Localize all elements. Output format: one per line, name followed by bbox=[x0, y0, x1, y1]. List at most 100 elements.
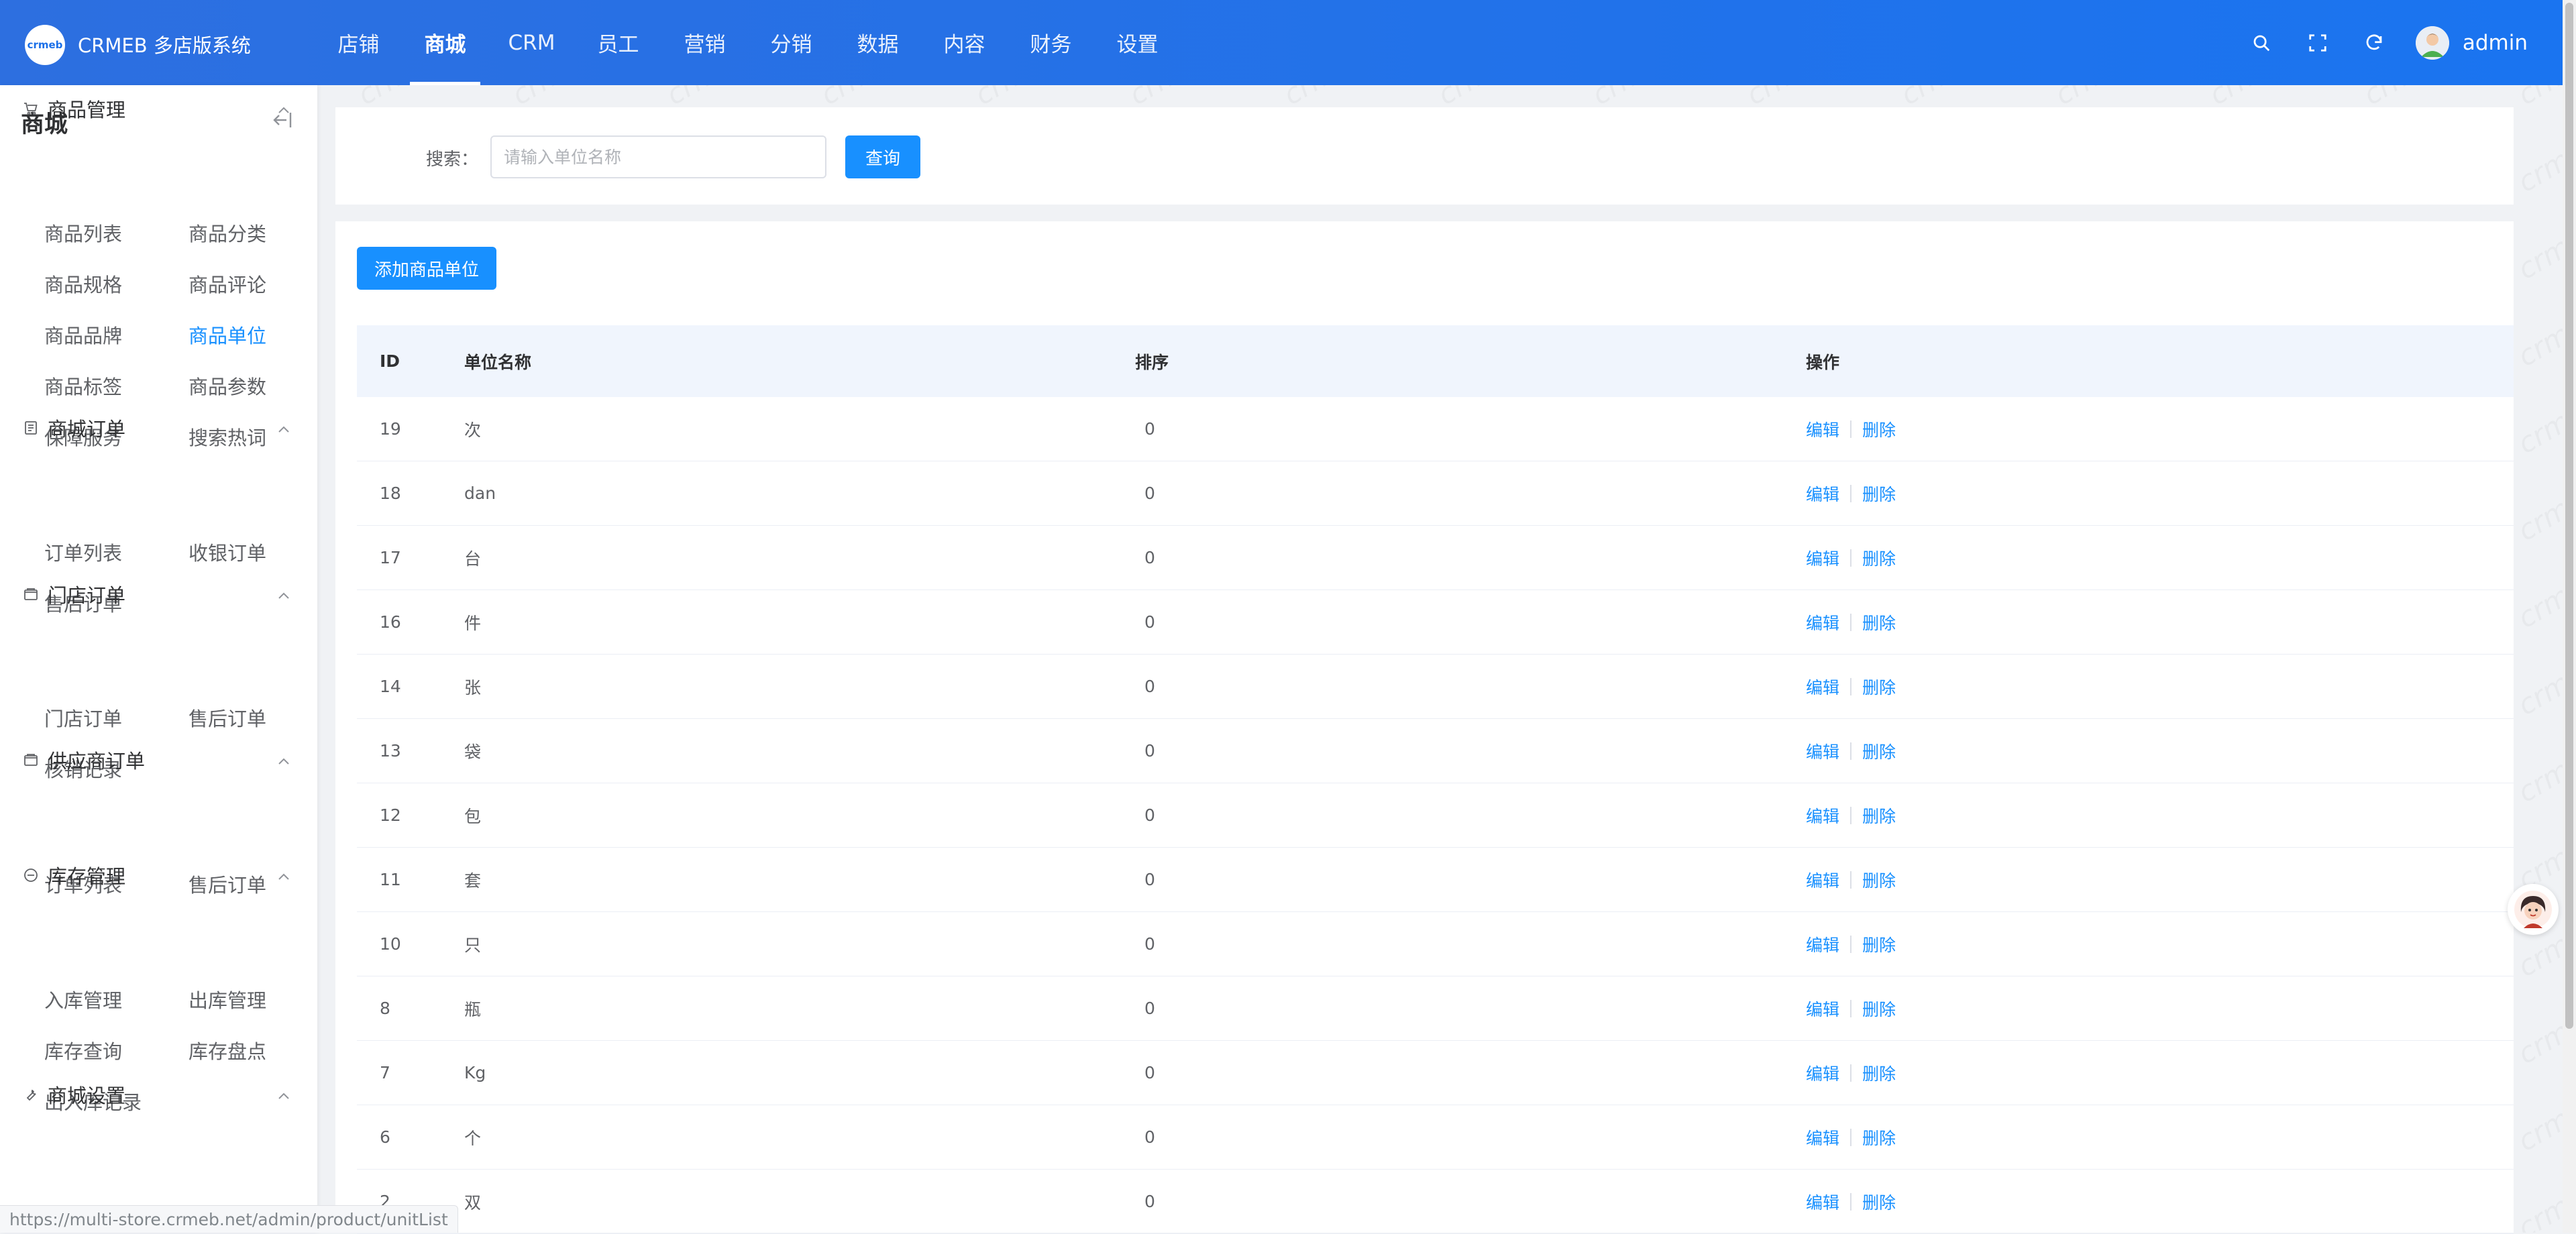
sidebar-item[interactable]: 搜索热词 bbox=[189, 423, 266, 451]
edit-link[interactable]: 编辑 bbox=[1806, 868, 1839, 892]
topnav-item[interactable]: 商城 bbox=[402, 0, 488, 85]
topnav-item[interactable]: 设置 bbox=[1094, 0, 1181, 85]
sidebar-group[interactable]: 商城订单 bbox=[22, 414, 125, 441]
table-row: 2 双 0 编辑 删除 bbox=[357, 1170, 2514, 1234]
edit-link[interactable]: 编辑 bbox=[1806, 546, 1839, 570]
table-row: 11 套 0 编辑 删除 bbox=[357, 848, 2514, 912]
sidebar-group[interactable]: 商品管理 bbox=[22, 95, 125, 122]
delete-link[interactable]: 删除 bbox=[1862, 1190, 1896, 1214]
username[interactable]: admin bbox=[2463, 31, 2528, 55]
sidebar-item[interactable]: 商品品牌 bbox=[44, 321, 122, 349]
sidebar-item[interactable]: 收银订单 bbox=[189, 538, 266, 566]
cell-id: 19 bbox=[380, 419, 401, 439]
edit-link[interactable]: 编辑 bbox=[1806, 610, 1839, 634]
edit-link[interactable]: 编辑 bbox=[1806, 1125, 1839, 1149]
cell-actions: 编辑 删除 bbox=[1806, 1105, 2514, 1169]
sidebar-item[interactable]: 商品单位 bbox=[189, 321, 266, 349]
edit-link[interactable]: 编辑 bbox=[1806, 739, 1839, 763]
action-divider bbox=[1850, 742, 1852, 760]
cell-actions: 编辑 删除 bbox=[1806, 783, 2514, 847]
sidebar-item[interactable]: 入库管理 bbox=[44, 985, 122, 1013]
edit-link[interactable]: 编辑 bbox=[1806, 1190, 1839, 1214]
sidebar-item[interactable]: 商品列表 bbox=[44, 219, 122, 247]
chevron-up-icon[interactable] bbox=[276, 871, 291, 881]
action-divider bbox=[1850, 677, 1852, 695]
topnav-item[interactable]: 分销 bbox=[748, 0, 835, 85]
action-divider bbox=[1850, 999, 1852, 1017]
topnav-item[interactable]: 营销 bbox=[661, 0, 748, 85]
delete-link[interactable]: 删除 bbox=[1862, 482, 1896, 506]
top-header: crmeb CRMEB 多店版系统 店铺 商城 CRM 员工 营销 分销 数据 内容 财务 设置 … bbox=[0, 0, 2563, 85]
edit-link[interactable]: 编辑 bbox=[1806, 803, 1839, 828]
refresh-icon[interactable] bbox=[2346, 0, 2402, 85]
delete-link[interactable]: 删除 bbox=[1862, 997, 1896, 1021]
sidebar-item[interactable]: 售后订单 bbox=[189, 870, 266, 898]
topnav-item[interactable]: CRM bbox=[488, 0, 575, 85]
topnav-item[interactable]: 财务 bbox=[1008, 0, 1094, 85]
sidebar-item[interactable]: 库存查询 bbox=[44, 1036, 122, 1064]
search-icon[interactable] bbox=[2233, 0, 2290, 85]
sidebar-item[interactable]: 出库管理 bbox=[189, 985, 266, 1013]
column-header-id: ID bbox=[380, 351, 400, 371]
avatar[interactable] bbox=[2415, 25, 2449, 60]
delete-link[interactable]: 删除 bbox=[1862, 610, 1896, 634]
chevron-up-icon[interactable] bbox=[276, 590, 291, 600]
action-divider bbox=[1850, 549, 1852, 567]
sidebar-group[interactable]: 门店订单 bbox=[22, 581, 125, 608]
edit-link[interactable]: 编辑 bbox=[1806, 997, 1839, 1021]
sidebar-item[interactable]: 售后订单 bbox=[189, 704, 266, 732]
delete-link[interactable]: 删除 bbox=[1862, 1061, 1896, 1085]
cell-sort: 0 bbox=[1144, 677, 1155, 696]
delete-link[interactable]: 删除 bbox=[1862, 868, 1896, 892]
sidebar-item[interactable]: 门店订单 bbox=[44, 704, 122, 732]
cell-unit-name: 件 bbox=[464, 613, 482, 633]
chevron-up-icon[interactable] bbox=[276, 756, 291, 765]
edit-link[interactable]: 编辑 bbox=[1806, 675, 1839, 699]
page-scrollbar[interactable] bbox=[2563, 0, 2576, 1233]
topnav-item[interactable]: 员工 bbox=[575, 0, 661, 85]
edit-link[interactable]: 编辑 bbox=[1806, 482, 1839, 506]
search-input[interactable] bbox=[490, 135, 826, 178]
sidebar-item[interactable]: 订单列表 bbox=[44, 538, 122, 566]
edit-link[interactable]: 编辑 bbox=[1806, 417, 1839, 441]
cell-actions: 编辑 删除 bbox=[1806, 461, 2514, 525]
sidebar-item[interactable]: 商品参数 bbox=[189, 372, 266, 400]
delete-link[interactable]: 删除 bbox=[1862, 739, 1896, 763]
cell-actions: 编辑 删除 bbox=[1806, 590, 2514, 654]
sidebar-item[interactable]: 商品规格 bbox=[44, 270, 122, 298]
query-button[interactable]: 查询 bbox=[845, 135, 920, 178]
delete-link[interactable]: 删除 bbox=[1862, 417, 1896, 441]
topnav-item[interactable]: 数据 bbox=[835, 0, 921, 85]
sidebar-group[interactable]: 供应商订单 bbox=[22, 746, 145, 773]
url-status-bar: https://multi-store.crmeb.net/admin/prod… bbox=[0, 1205, 458, 1233]
add-unit-button[interactable]: 添加商品单位 bbox=[357, 247, 496, 290]
chevron-up-icon[interactable] bbox=[276, 1090, 291, 1100]
chevron-up-icon[interactable] bbox=[276, 105, 291, 114]
topnav-item[interactable]: 店铺 bbox=[315, 0, 402, 85]
edit-link[interactable]: 编辑 bbox=[1806, 1061, 1839, 1085]
sidebar-item[interactable]: 库存盘点 bbox=[189, 1036, 266, 1064]
watermark-text: crmeb bbox=[2512, 1084, 2563, 1158]
edit-link[interactable]: 编辑 bbox=[1806, 932, 1839, 956]
fullscreen-icon[interactable] bbox=[2290, 0, 2346, 85]
sidebar-group-label: 库存管理 bbox=[48, 865, 126, 888]
delete-link[interactable]: 删除 bbox=[1862, 546, 1896, 570]
delete-link[interactable]: 删除 bbox=[1862, 1125, 1896, 1149]
scrollbar-thumb[interactable] bbox=[2565, 3, 2573, 1029]
table-row: 8 瓶 0 编辑 删除 bbox=[357, 976, 2514, 1041]
customer-service-icon[interactable] bbox=[2508, 884, 2559, 935]
delete-link[interactable]: 删除 bbox=[1862, 675, 1896, 699]
cell-id: 17 bbox=[380, 548, 401, 567]
sidebar-item[interactable]: 商品分类 bbox=[189, 219, 266, 247]
sidebar-group[interactable]: 商城设置 bbox=[22, 1081, 125, 1108]
chevron-up-icon[interactable] bbox=[276, 424, 291, 433]
topnav-item[interactable]: 内容 bbox=[921, 0, 1008, 85]
delete-link[interactable]: 删除 bbox=[1862, 932, 1896, 956]
sidebar-item[interactable]: 商品评论 bbox=[189, 270, 266, 298]
delete-link[interactable]: 删除 bbox=[1862, 803, 1896, 828]
logo-icon[interactable]: crmeb bbox=[25, 25, 65, 65]
cell-id: 13 bbox=[380, 741, 401, 761]
sidebar-group[interactable]: 库存管理 bbox=[22, 862, 125, 889]
document-icon bbox=[22, 419, 40, 437]
sidebar-item[interactable]: 商品标签 bbox=[44, 372, 122, 400]
